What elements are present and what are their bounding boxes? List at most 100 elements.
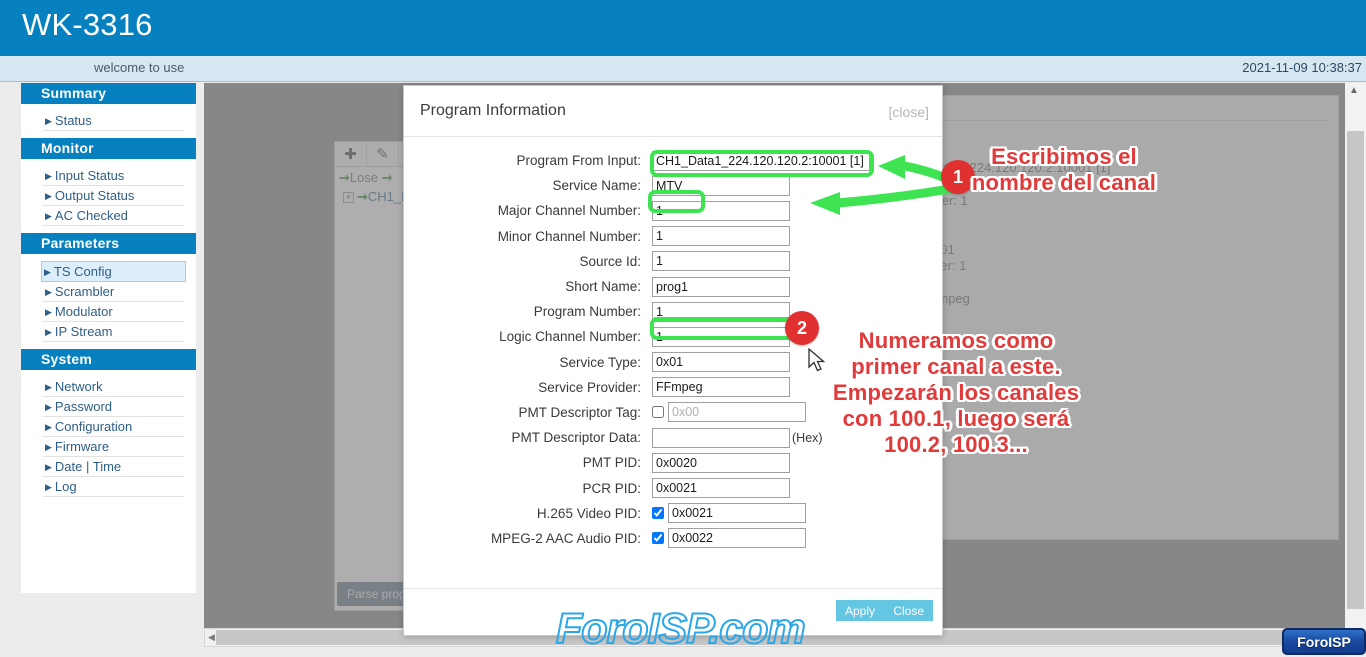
chevron-right-icon: ▶ [45, 307, 52, 317]
sidebar-item-input-status[interactable]: ▶ Input Status [43, 166, 184, 186]
field-wrap-mpeg-2-aac-audio-pid [652, 528, 806, 549]
chevron-right-icon: ▶ [45, 287, 52, 297]
field-wrap-h-265-video-pid [652, 503, 806, 524]
form-row-major-channel-number: Major Channel Number: [404, 198, 942, 223]
form-row-pmt-pid: PMT PID: [404, 450, 942, 475]
sidebar-item-label: Date | Time [54, 459, 122, 474]
label-minor-channel-number: Minor Channel Number: [497, 228, 641, 244]
sidebar-item-log[interactable]: ▶ Log [43, 477, 184, 497]
chevron-right-icon: ▶ [45, 116, 52, 126]
form-row-service-provider: Service Provider: [404, 375, 942, 400]
label-pmt-pid: PMT PID: [582, 455, 641, 471]
input-program-from-input[interactable] [652, 150, 870, 171]
chevron-right-icon: ▶ [45, 462, 52, 472]
input-major-channel-number[interactable] [652, 200, 790, 221]
tree-lose-row: ➞Lose ➞ [339, 170, 393, 185]
sidebar-item-status[interactable]: ▶ Status [43, 111, 184, 131]
label-short-name: Short Name: [565, 279, 641, 295]
vertical-scrollbar[interactable]: ▲ [1345, 83, 1366, 657]
input-source-id[interactable] [652, 251, 790, 272]
chevron-right-icon: ▶ [45, 211, 52, 221]
field-wrap-service-provider [652, 377, 790, 398]
dialog-footer: Apply Close [404, 588, 942, 635]
field-wrap-pmt-pid [652, 452, 790, 473]
input-short-name[interactable] [652, 276, 790, 297]
plus-icon[interactable]: ✚ [335, 142, 367, 166]
expand-icon[interactable]: + [343, 192, 354, 204]
close-button[interactable]: Close [884, 600, 933, 621]
sidebar-item-ac-checked[interactable]: ▶ AC Checked [43, 206, 184, 226]
dialog-close-link[interactable]: [close] [889, 104, 929, 120]
sidebar-item-label: TS Config [53, 264, 112, 279]
input-pmt-descriptor-tag[interactable] [668, 402, 806, 423]
checkbox-pmt-descriptor-tag[interactable] [652, 406, 664, 419]
form-row-minor-channel-number: Minor Channel Number: [404, 224, 942, 249]
vertical-scroll-thumb[interactable] [1347, 131, 1364, 609]
input-pmt-pid[interactable] [652, 452, 790, 473]
label-service-type: Service Type: [559, 354, 641, 370]
form-row-service-name: Service Name: [404, 173, 942, 198]
label-pmt-descriptor-data: PMT Descriptor Data: [511, 430, 641, 446]
chevron-right-icon: ▶ [45, 327, 52, 337]
input-program-number[interactable] [652, 301, 790, 322]
sidebar-item-label: AC Checked [54, 208, 128, 223]
tree-ch1-row[interactable]: + ➞CH1_D [343, 189, 411, 205]
input-h-265-video-pid[interactable] [668, 503, 806, 524]
sidebar-item-password[interactable]: ▶ Password [43, 397, 184, 417]
brand-header: WK-3316 [0, 0, 1366, 56]
pencil-icon[interactable]: ✎ [367, 142, 399, 166]
label-service-name: Service Name: [552, 178, 641, 194]
annotation-badge-2: 2 [785, 311, 819, 345]
checkbox-h-265-video-pid[interactable] [652, 507, 664, 520]
chevron-right-icon: ▶ [44, 267, 51, 277]
chevron-right-icon: ▶ [45, 191, 52, 201]
label-h-265-video-pid: H.265 Video PID: [536, 505, 641, 521]
input-pcr-pid[interactable] [652, 478, 790, 499]
form-row-source-id: Source Id: [404, 249, 942, 274]
field-wrap-pmt-descriptor-data: (Hex) [652, 427, 823, 448]
apply-button[interactable]: Apply [835, 600, 884, 621]
sidebar-item-modulator[interactable]: ▶ Modulator [43, 302, 184, 322]
input-service-type[interactable] [652, 352, 790, 373]
scroll-up-arrow-icon[interactable]: ▲ [1349, 85, 1359, 96]
input-logic-channel-number[interactable] [652, 326, 790, 347]
label-major-channel-number: Major Channel Number: [497, 203, 641, 219]
field-wrap-source-id [652, 251, 790, 272]
field-wrap-pmt-descriptor-tag [652, 402, 806, 423]
chevron-right-icon: ▶ [45, 171, 52, 181]
label-source-id: Source Id: [579, 253, 641, 269]
label-mpeg-2-aac-audio-pid: MPEG-2 AAC Audio PID: [490, 530, 641, 546]
chevron-right-icon: ▶ [45, 402, 52, 412]
dialog-form: Program From Input: Service Name: Major Ch… [404, 137, 942, 589]
input-minor-channel-number[interactable] [652, 226, 790, 247]
checkbox-mpeg-2-aac-audio-pid[interactable] [652, 532, 664, 545]
sidebar-item-configuration[interactable]: ▶ Configuration [43, 417, 184, 437]
field-wrap-program-from-input [652, 150, 870, 171]
input-service-provider[interactable] [652, 377, 790, 398]
sidebar-item-output-status[interactable]: ▶ Output Status [43, 186, 184, 206]
label-program-from-input: Program From Input: [516, 153, 641, 169]
sidebar-item-ts-config[interactable]: ▶ TS Config [41, 261, 186, 282]
sidebar-item-label: Status [54, 113, 92, 128]
sidebar-item-ip-stream[interactable]: ▶ IP Stream [43, 322, 184, 342]
sidebar-item-network[interactable]: ▶ Network [43, 377, 184, 397]
input-mpeg-2-aac-audio-pid[interactable] [668, 528, 806, 549]
sidebar-item-firmware[interactable]: ▶ Firmware [43, 437, 184, 457]
brand-title: WK-3316 [22, 7, 153, 42]
sidebar-item-scrambler[interactable]: ▶ Scrambler [43, 282, 184, 302]
nav-group-summary: Summary [21, 83, 196, 104]
input-service-name[interactable] [652, 175, 790, 196]
form-row-mpeg-2-aac-audio-pid: MPEG-2 AAC Audio PID: [404, 526, 942, 551]
input-pmt-descriptor-data[interactable] [652, 427, 790, 448]
form-row-logic-channel-number: Logic Channel Number: [404, 324, 942, 349]
sidebar-item-date-time[interactable]: ▶ Date | Time [43, 457, 184, 477]
field-wrap-service-type [652, 352, 790, 373]
nav-group-monitor: Monitor [21, 138, 196, 159]
chevron-right-icon: ▶ [45, 382, 52, 392]
dialog-header: Program Information [close] [404, 86, 942, 137]
field-wrap-logic-channel-number [652, 326, 790, 347]
field-wrap-program-number [652, 301, 790, 322]
